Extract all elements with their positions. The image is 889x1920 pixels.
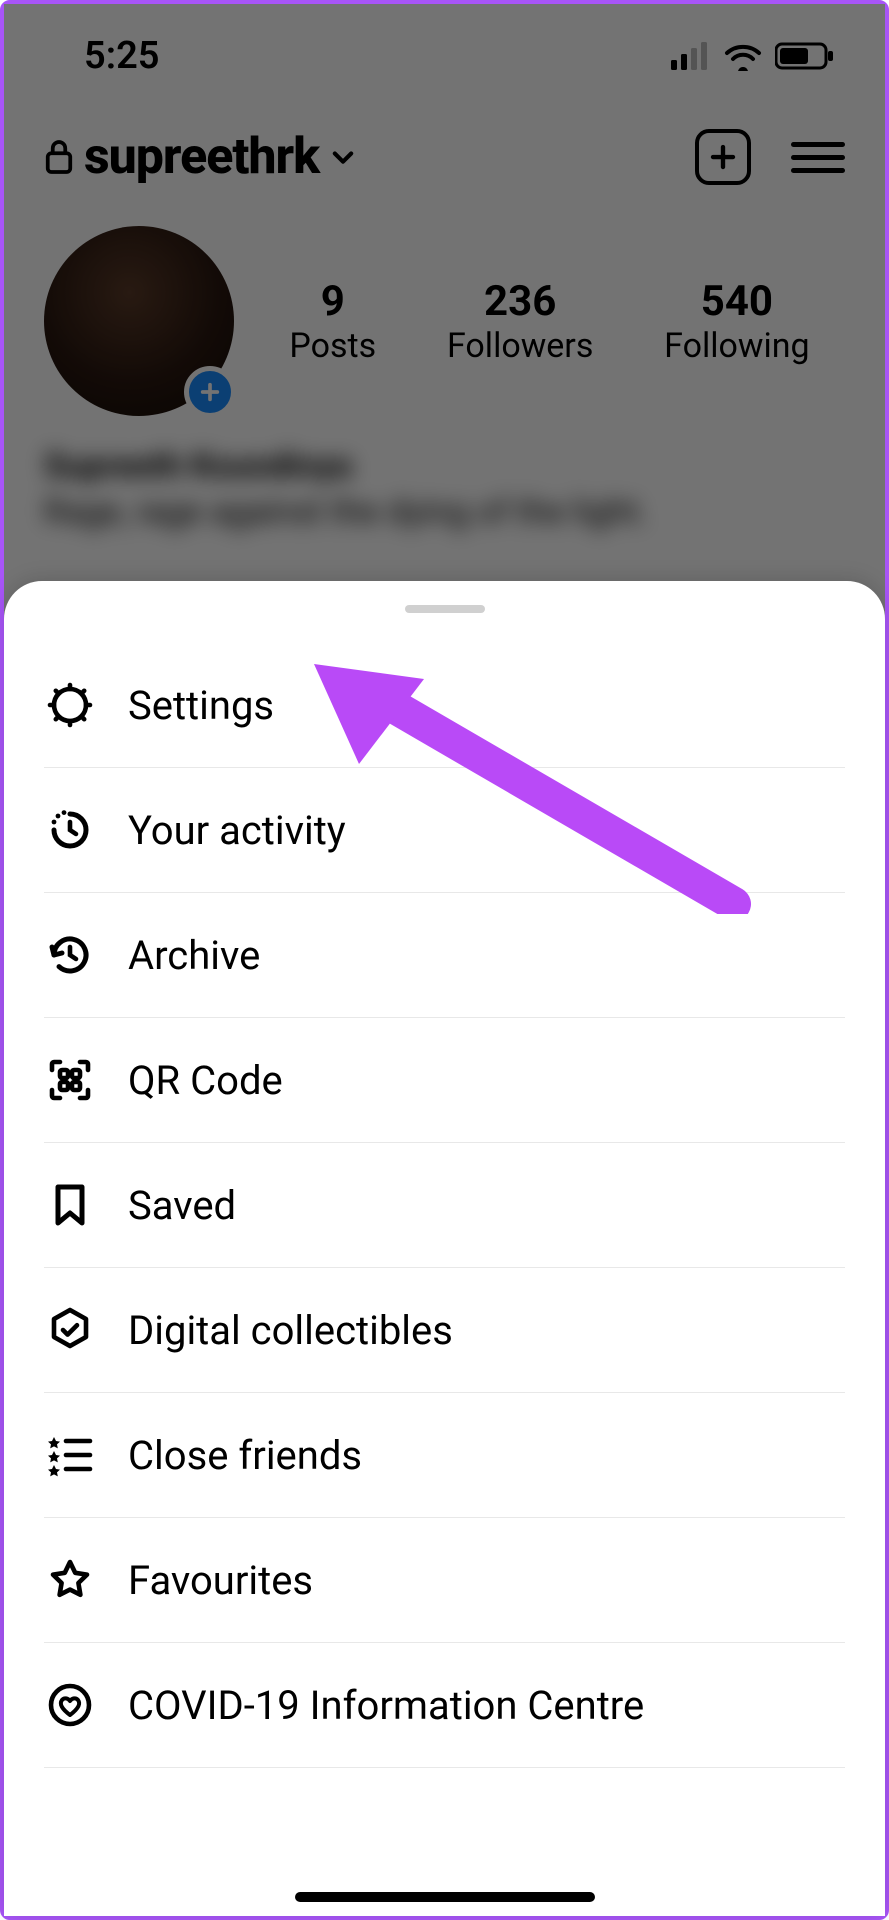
menu-item-your-activity[interactable]: Your activity: [44, 768, 845, 893]
menu-item-close-friends[interactable]: Close friends: [44, 1393, 845, 1518]
menu-label: Close friends: [128, 1432, 362, 1479]
bottom-sheet: Settings Your activity Archive QR Code: [4, 581, 885, 1916]
activity-icon: [44, 804, 96, 856]
menu-label: Favourites: [128, 1557, 313, 1604]
menu-item-saved[interactable]: Saved: [44, 1143, 845, 1268]
archive-icon: [44, 929, 96, 981]
menu-label: Saved: [128, 1182, 236, 1229]
menu-item-settings[interactable]: Settings: [44, 643, 845, 768]
star-list-icon: [44, 1429, 96, 1481]
bookmark-icon: [44, 1179, 96, 1231]
home-indicator[interactable]: [295, 1892, 595, 1902]
menu-label: Archive: [128, 932, 260, 979]
menu-item-covid-info[interactable]: COVID-19 Information Centre: [44, 1643, 845, 1768]
sheet-grabber[interactable]: [405, 605, 485, 613]
menu-label: Digital collectibles: [128, 1307, 453, 1354]
menu-label: COVID-19 Information Centre: [128, 1682, 644, 1729]
menu-item-favourites[interactable]: Favourites: [44, 1518, 845, 1643]
menu-item-digital-collectibles[interactable]: Digital collectibles: [44, 1268, 845, 1393]
menu-label: Your activity: [128, 807, 346, 854]
menu-item-archive[interactable]: Archive: [44, 893, 845, 1018]
qr-icon: [44, 1054, 96, 1106]
menu-label: QR Code: [128, 1057, 283, 1104]
heart-circle-icon: [44, 1679, 96, 1731]
menu-label: Settings: [128, 682, 274, 729]
star-icon: [44, 1554, 96, 1606]
hexagon-check-icon: [44, 1304, 96, 1356]
menu-item-qr-code[interactable]: QR Code: [44, 1018, 845, 1143]
gear-icon: [44, 679, 96, 731]
